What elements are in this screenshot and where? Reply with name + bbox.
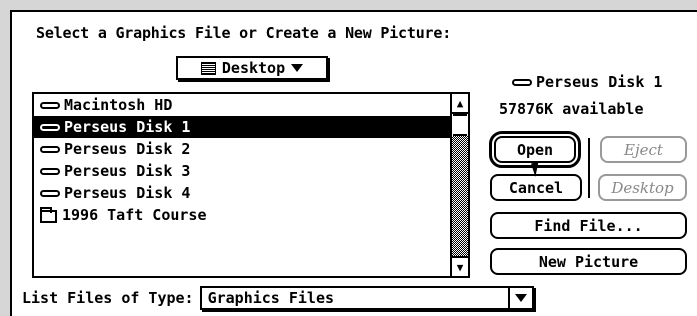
find-file-button[interactable]: Find File...	[490, 212, 687, 239]
list-item-label: 1996 Taft Course	[62, 206, 207, 224]
scrollbar[interactable]: ▲ ▼	[450, 94, 468, 276]
file-type-dropdown[interactable]	[507, 288, 532, 308]
desktop-button-label: Desktop	[611, 178, 674, 197]
folder-icon	[40, 206, 57, 223]
volume-name-label: Perseus Disk 1	[536, 73, 663, 91]
list-item-label: Perseus Disk 3	[64, 162, 191, 180]
chevron-down-icon	[514, 294, 527, 302]
location-popup[interactable]: Desktop	[176, 56, 328, 80]
file-type-row: List Files of Type: Graphics Files	[22, 286, 534, 310]
cancel-button[interactable]: Cancel	[490, 174, 582, 201]
drive-icon	[40, 167, 60, 175]
cancel-button-label: Cancel	[508, 178, 564, 197]
open-file-dialog: Select a Graphics File or Create a New P…	[10, 10, 697, 316]
file-type-label: List Files of Type:	[22, 289, 194, 307]
scroll-thumb[interactable]	[453, 114, 467, 136]
chevron-down-icon	[291, 64, 304, 72]
eject-button-label: Eject	[624, 140, 663, 159]
drive-icon	[40, 123, 60, 131]
list-item[interactable]: Perseus Disk 1	[34, 116, 450, 138]
list-item[interactable]: Macintosh HD	[34, 94, 450, 116]
file-list[interactable]: Macintosh HD Perseus Disk 1 Perseus Disk…	[32, 92, 470, 278]
list-item-label: Perseus Disk 2	[64, 140, 191, 158]
file-type-popup[interactable]: Graphics Files	[199, 286, 534, 310]
find-file-button-label: Find File...	[534, 216, 643, 235]
scroll-track[interactable]	[452, 136, 468, 256]
button-divider	[588, 138, 590, 198]
volume-available: 57876K available	[499, 100, 644, 118]
new-picture-button-label: New Picture	[538, 252, 639, 271]
new-picture-button[interactable]: New Picture	[490, 248, 687, 275]
desktop-icon	[200, 61, 216, 75]
open-button-label: Open	[516, 140, 554, 159]
list-item[interactable]: Perseus Disk 4	[34, 182, 450, 204]
list-item[interactable]: Perseus Disk 2	[34, 138, 450, 160]
list-item-label: Macintosh HD	[64, 96, 173, 114]
drive-icon	[40, 145, 60, 153]
list-item-label: Perseus Disk 4	[64, 184, 191, 202]
drive-icon	[40, 101, 60, 109]
location-popup-label: Desktop	[221, 59, 286, 77]
volume-name: Perseus Disk 1	[512, 73, 662, 91]
list-item[interactable]: 1996 Taft Course	[34, 204, 450, 226]
drive-icon	[40, 189, 60, 197]
desktop-button[interactable]: Desktop	[598, 174, 687, 201]
file-type-value: Graphics Files	[207, 289, 335, 307]
drive-icon	[512, 78, 532, 86]
list-item-label: Perseus Disk 1	[64, 118, 191, 136]
dialog-title: Select a Graphics File or Create a New P…	[36, 24, 452, 42]
list-item[interactable]: Perseus Disk 3	[34, 160, 450, 182]
open-button[interactable]: Open	[489, 131, 581, 168]
eject-button[interactable]: Eject	[600, 136, 687, 163]
scroll-up-arrow-icon[interactable]: ▲	[452, 94, 468, 114]
scroll-down-arrow-icon[interactable]: ▼	[452, 256, 468, 276]
